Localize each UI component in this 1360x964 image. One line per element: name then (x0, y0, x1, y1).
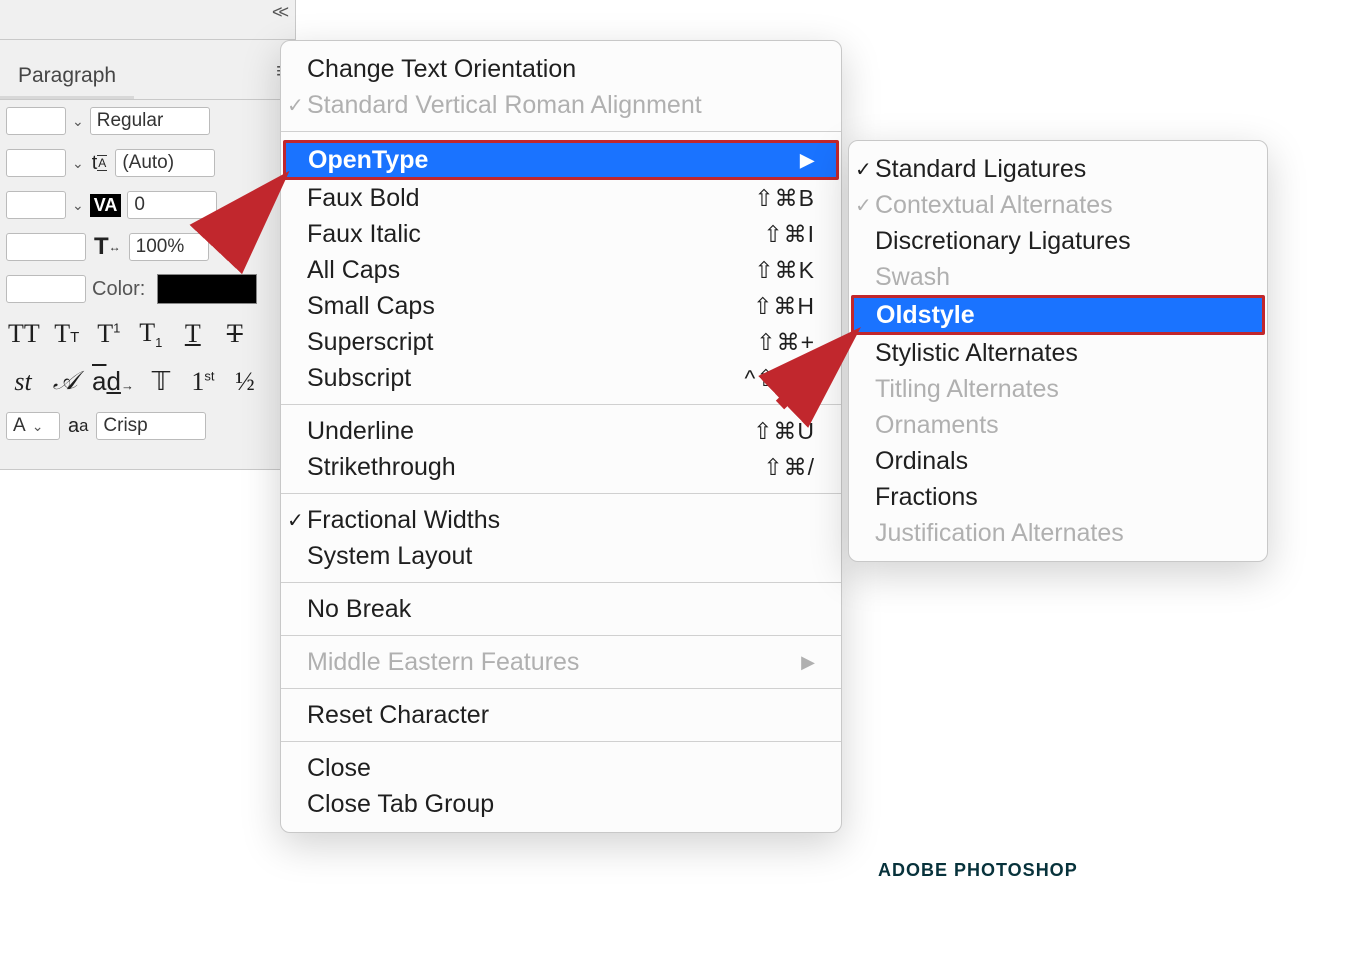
superscript-button[interactable]: T1 (94, 319, 124, 349)
leading-value: (Auto) (122, 152, 174, 174)
menu-faux-italic[interactable]: Faux Italic ⇧⌘I (281, 216, 841, 252)
menu-separator (281, 635, 841, 636)
menu-system-layout[interactable]: System Layout (281, 538, 841, 574)
submenu-oldstyle[interactable]: Oldstyle (851, 295, 1265, 335)
caption: ADOBE PHOTOSHOP (878, 860, 1078, 881)
contextual-button[interactable]: ad→ (92, 366, 134, 397)
titling-button[interactable]: 𝕋 (146, 367, 176, 397)
shortcut: ^⇧⌘+ (745, 365, 816, 392)
menu-separator (281, 493, 841, 494)
shortcut: ⇧⌘/ (763, 454, 815, 481)
submenu-standard-ligatures[interactable]: ✓ Standard Ligatures (849, 151, 1267, 187)
submenu-ordinals[interactable]: Ordinals (849, 443, 1267, 479)
menu-separator (281, 131, 841, 132)
menu-fractional-widths[interactable]: ✓ Fractional Widths (281, 502, 841, 538)
panel-collapse-icon[interactable]: << (272, 2, 285, 23)
underline-button[interactable]: T (178, 319, 208, 349)
menu-vertical-roman: ✓ Standard Vertical Roman Alignment (281, 87, 841, 123)
opentype-buttons: st 𝒜 ad→ 𝕋 1st ½ (0, 358, 295, 405)
hscale-input[interactable]: 100% (129, 233, 209, 261)
check-icon: ✓ (287, 508, 304, 533)
submenu-justification-alternates: Justification Alternates (849, 515, 1267, 551)
character-panel-menu: Change Text Orientation ✓ Standard Verti… (280, 40, 842, 833)
aa-mode-field[interactable]: A ⌄ (6, 412, 60, 440)
submenu-ornaments: Ornaments (849, 407, 1267, 443)
submenu-arrow-icon: ▶ (801, 652, 815, 673)
submenu-arrow-icon: ▶ (800, 150, 814, 171)
menu-subscript[interactable]: Subscript ^⇧⌘+ (281, 360, 841, 396)
hscale-value: 100% (136, 236, 185, 258)
tracking-icon: VA (90, 194, 122, 217)
check-icon: ✓ (287, 93, 304, 118)
check-icon: ✓ (855, 193, 872, 218)
tab-paragraph[interactable]: Paragraph (0, 64, 134, 99)
shortcut: ⇧⌘B (754, 185, 815, 212)
menu-no-break[interactable]: No Break (281, 591, 841, 627)
size-dropdown[interactable] (6, 149, 66, 177)
opentype-submenu: ✓ Standard Ligatures ✓ Contextual Altern… (848, 140, 1268, 562)
leading-dropdown[interactable]: (Auto) (115, 149, 215, 177)
shortcut: ⇧⌘K (754, 257, 815, 284)
menu-reset-character[interactable]: Reset Character (281, 697, 841, 733)
chevron-down-icon: ⌄ (32, 418, 44, 435)
type-style-buttons: TT TT T1 T1 T T (0, 310, 295, 358)
hscale-icon: T↔ (92, 233, 123, 261)
aa-method-dropdown[interactable]: Crisp (96, 412, 206, 440)
all-caps-button[interactable]: TT (8, 319, 40, 349)
menu-change-orientation[interactable]: Change Text Orientation (281, 51, 841, 87)
menu-close-tab-group[interactable]: Close Tab Group (281, 786, 841, 822)
aa-icon: aa (66, 415, 90, 438)
panel-header: << (0, 0, 295, 40)
shortcut: ⇧⌘H (753, 293, 815, 320)
menu-strikethrough[interactable]: Strikethrough ⇧⌘/ (281, 449, 841, 485)
leading-icon: tA (90, 152, 110, 175)
font-style-value: Regular (97, 110, 164, 132)
subscript-button[interactable]: T1 (136, 318, 166, 350)
menu-faux-bold[interactable]: Faux Bold ⇧⌘B (281, 180, 841, 216)
tracking-input[interactable]: 0 (127, 191, 217, 219)
panel-tabs: Paragraph (0, 40, 295, 100)
menu-superscript[interactable]: Superscript ⇧⌘+ (281, 324, 841, 360)
check-icon: ✓ (855, 157, 872, 182)
color-label: Color: (92, 278, 145, 301)
aa-method-value: Crisp (103, 415, 147, 437)
baseline-input[interactable] (6, 275, 86, 303)
submenu-stylistic-alternates[interactable]: Stylistic Alternates (849, 335, 1267, 371)
swash-button[interactable]: 𝒜 (50, 366, 80, 397)
vscale-input[interactable] (6, 233, 86, 261)
font-family-dropdown[interactable] (6, 107, 66, 135)
tracking-value: 0 (134, 194, 145, 216)
menu-underline[interactable]: Underline ⇧⌘U (281, 413, 841, 449)
menu-opentype[interactable]: OpenType ▶ (283, 140, 839, 180)
small-caps-button[interactable]: TT (52, 319, 82, 349)
aa-icon-label: A (13, 415, 26, 437)
shortcut: ⇧⌘+ (756, 329, 815, 356)
chevron-down-icon: ⌄ (72, 113, 84, 130)
submenu-swash: Swash (849, 259, 1267, 295)
submenu-contextual-alternates: ✓ Contextual Alternates (849, 187, 1267, 223)
chevron-down-icon: ⌄ (72, 155, 84, 172)
submenu-titling-alternates: Titling Alternates (849, 371, 1267, 407)
fractions-button[interactable]: ½ (230, 367, 260, 397)
font-style-dropdown[interactable]: Regular (90, 107, 210, 135)
color-swatch[interactable] (157, 274, 257, 304)
menu-separator (281, 741, 841, 742)
menu-separator (281, 582, 841, 583)
menu-all-caps[interactable]: All Caps ⇧⌘K (281, 252, 841, 288)
shortcut: ⇧⌘I (763, 221, 815, 248)
submenu-fractions[interactable]: Fractions (849, 479, 1267, 515)
shortcut: ⇧⌘U (753, 418, 815, 445)
submenu-discretionary-ligatures[interactable]: Discretionary Ligatures (849, 223, 1267, 259)
menu-middle-eastern: Middle Eastern Features ▶ (281, 644, 841, 680)
std-ligatures-button[interactable]: st (8, 367, 38, 397)
character-panel: << Paragraph ≡ ⌄ Regular ⌄ tA (Auto) ⌄ V… (0, 0, 296, 470)
menu-separator (281, 688, 841, 689)
ordinals-button[interactable]: 1st (188, 367, 218, 397)
menu-close[interactable]: Close (281, 750, 841, 786)
menu-small-caps[interactable]: Small Caps ⇧⌘H (281, 288, 841, 324)
chevron-down-icon: ⌄ (72, 197, 84, 214)
strikethrough-button[interactable]: T (220, 319, 250, 349)
menu-separator (281, 404, 841, 405)
kerning-dropdown[interactable] (6, 191, 66, 219)
